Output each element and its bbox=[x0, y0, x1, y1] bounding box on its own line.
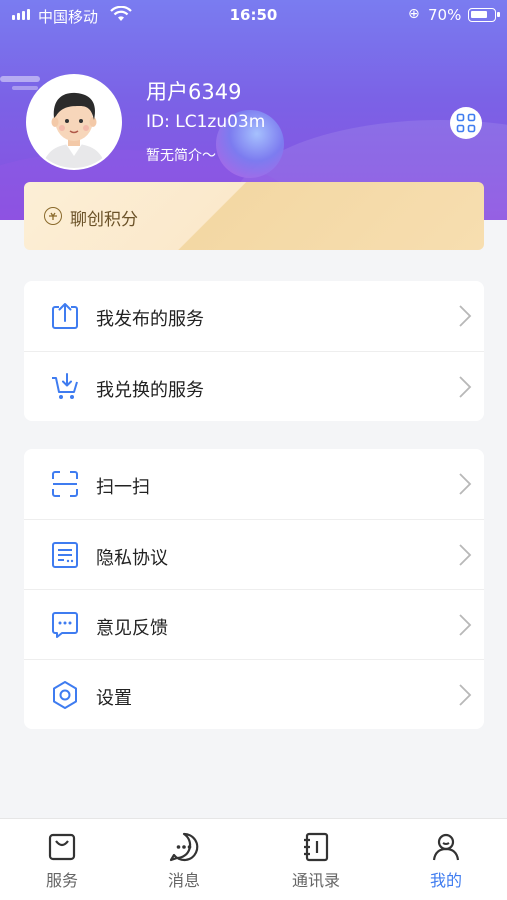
menu-item-label: 设置 bbox=[96, 688, 132, 709]
bag-icon bbox=[48, 833, 76, 861]
menu-item-scan[interactable]: 扫一扫 bbox=[24, 449, 484, 519]
battery-percent: 70% bbox=[428, 6, 462, 24]
tab-services[interactable]: 服务 bbox=[22, 831, 102, 891]
upload-icon bbox=[50, 301, 80, 331]
menu-item-label: 我发布的服务 bbox=[96, 309, 204, 330]
username: 用户6349 bbox=[146, 80, 242, 104]
chevron-right-icon bbox=[458, 472, 472, 496]
points-label: 聊创积分 bbox=[70, 210, 138, 230]
menu-item-label: 扫一扫 bbox=[96, 477, 150, 498]
status-bar: 中国移动 16:50 ⊕ 70% bbox=[0, 0, 507, 30]
avatar[interactable] bbox=[26, 74, 122, 170]
chevron-right-icon bbox=[458, 375, 472, 399]
chevron-right-icon bbox=[458, 683, 472, 707]
menu-item-label: 意见反馈 bbox=[96, 618, 168, 639]
menu-item-label: 我兑换的服务 bbox=[96, 380, 204, 401]
cart-download-icon bbox=[50, 372, 80, 402]
tab-contacts[interactable]: 通讯录 bbox=[276, 831, 356, 891]
menu-item-redeemed-services[interactable]: 我兑换的服务 bbox=[24, 351, 484, 421]
menu-item-settings[interactable]: 设置 bbox=[24, 659, 484, 729]
chevron-right-icon bbox=[458, 304, 472, 328]
menu-item-label: 隐私协议 bbox=[96, 548, 168, 569]
bottom-tab-bar: 服务 消息 通讯录 我的 bbox=[0, 818, 507, 900]
tab-messages[interactable]: 消息 bbox=[144, 831, 224, 891]
gear-icon bbox=[50, 680, 80, 710]
person-icon bbox=[432, 833, 460, 861]
tab-label: 服务 bbox=[45, 871, 78, 890]
menu-item-privacy-policy[interactable]: 隐私协议 bbox=[24, 519, 484, 589]
tab-label: 我的 bbox=[429, 871, 462, 890]
cloud-decoration bbox=[0, 76, 40, 82]
chevron-right-icon bbox=[458, 613, 472, 637]
scan-icon bbox=[50, 469, 80, 499]
chat-icon bbox=[169, 832, 199, 862]
user-id: ID: LC1zu03m bbox=[146, 112, 266, 132]
chevron-right-icon bbox=[458, 543, 472, 567]
cloud-decoration bbox=[12, 86, 38, 90]
qr-code-icon bbox=[456, 113, 476, 133]
contacts-icon bbox=[304, 832, 329, 862]
user-bio: 暂无简介～ bbox=[146, 148, 216, 164]
battery-icon bbox=[468, 8, 500, 22]
services-card: 我发布的服务 我兑换的服务 bbox=[24, 281, 484, 421]
settings-card: 扫一扫 隐私协议 意见反馈 设置 bbox=[24, 449, 484, 729]
rotation-lock-icon: ⊕ bbox=[408, 6, 420, 22]
qr-code-button[interactable] bbox=[450, 107, 482, 139]
tab-label: 通讯录 bbox=[291, 871, 340, 890]
feedback-icon bbox=[50, 610, 80, 640]
points-card[interactable]: 聊创积分 bbox=[24, 182, 484, 250]
tab-label: 消息 bbox=[167, 871, 200, 890]
document-icon bbox=[50, 540, 80, 570]
points-icon bbox=[44, 207, 62, 225]
menu-item-published-services[interactable]: 我发布的服务 bbox=[24, 281, 484, 351]
menu-item-feedback[interactable]: 意见反馈 bbox=[24, 589, 484, 659]
tab-me[interactable]: 我的 bbox=[406, 831, 486, 891]
